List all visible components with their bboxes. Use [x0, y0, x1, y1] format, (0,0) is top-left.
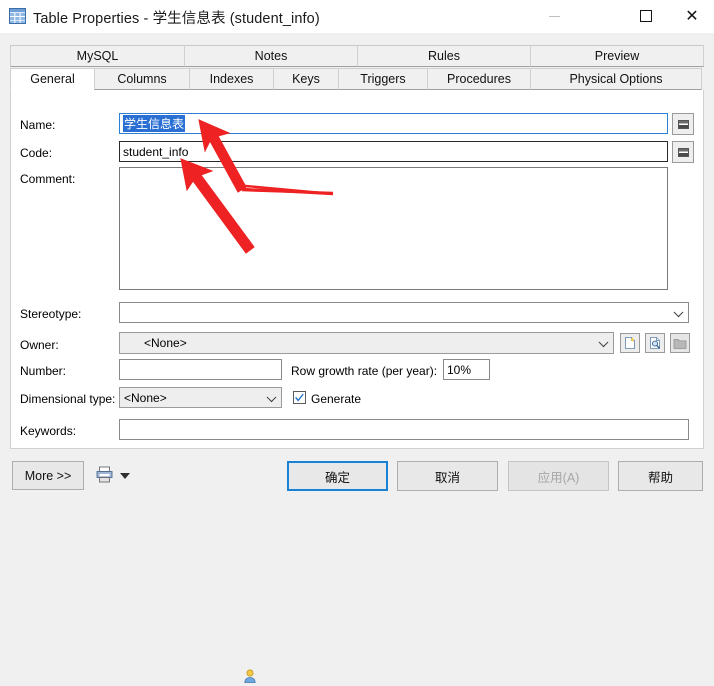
- row-growth-rate-input[interactable]: 10%: [443, 359, 490, 380]
- magnify-document-icon: [650, 337, 661, 349]
- keywords-input[interactable]: [119, 419, 689, 440]
- cancel-button[interactable]: 取消: [397, 461, 498, 491]
- comment-textarea[interactable]: [119, 167, 668, 290]
- new-owner-button[interactable]: [620, 333, 640, 353]
- tab-label: Triggers: [360, 72, 406, 86]
- ok-button[interactable]: 确定: [287, 461, 388, 491]
- keywords-label: Keywords:: [20, 424, 77, 438]
- row-growth-rate-value: 10%: [447, 362, 472, 377]
- name-input[interactable]: 学生信息表: [119, 113, 668, 134]
- help-button-label: 帮助: [647, 470, 673, 485]
- stereotype-combo[interactable]: [119, 302, 689, 323]
- dimensional-type-label: Dimensional type:: [20, 392, 116, 406]
- new-document-icon: [625, 337, 635, 349]
- ok-button-label: 确定: [324, 470, 350, 485]
- tab-triggers[interactable]: Triggers: [338, 68, 428, 90]
- printer-icon[interactable]: [96, 466, 113, 483]
- table-icon: [9, 8, 26, 24]
- tab-mysql[interactable]: MySQL: [10, 45, 185, 67]
- title-bar: Table Properties - 学生信息表 (student_info) …: [0, 0, 714, 33]
- code-input-value: student_info: [123, 144, 189, 159]
- chevron-down-icon: [673, 306, 684, 317]
- open-owner-button: [670, 333, 690, 353]
- name-label: Name:: [20, 118, 56, 132]
- tab-procedures[interactable]: Procedures: [427, 68, 531, 90]
- equals-icon: [677, 119, 689, 129]
- number-label: Number:: [20, 364, 67, 378]
- tab-notes[interactable]: Notes: [184, 45, 358, 67]
- minimize-button[interactable]: [531, 0, 577, 32]
- tab-columns[interactable]: Columns: [94, 68, 190, 90]
- tab-row-lower: General Columns Indexes Keys Triggers Pr…: [10, 68, 704, 91]
- tab-indexes[interactable]: Indexes: [189, 68, 274, 90]
- owner-label: Owner:: [20, 338, 59, 352]
- code-label: Code:: [20, 146, 53, 160]
- generate-label: Generate: [311, 392, 362, 406]
- close-icon: ✕: [685, 6, 699, 25]
- tab-general[interactable]: General: [10, 68, 95, 90]
- equals-icon: [677, 147, 689, 157]
- number-input[interactable]: [119, 359, 282, 380]
- maximize-icon: [640, 10, 652, 22]
- tab-label: Procedures: [447, 72, 511, 86]
- tab-row-upper: MySQL Notes Rules Preview: [10, 45, 704, 68]
- cancel-button-label: 取消: [434, 470, 460, 485]
- check-icon: [295, 393, 304, 402]
- tab-label: Keys: [292, 72, 320, 86]
- window-title: Table Properties - 学生信息表 (student_info): [33, 11, 320, 27]
- dimensional-type-combo[interactable]: <None>: [119, 387, 282, 408]
- code-input[interactable]: student_info: [119, 141, 668, 162]
- tab-preview[interactable]: Preview: [530, 45, 704, 67]
- tab-label: Rules: [428, 49, 460, 63]
- tab-keys[interactable]: Keys: [273, 68, 339, 90]
- tab-label: Columns: [117, 72, 167, 86]
- tab-label: Preview: [594, 49, 640, 63]
- tab-physical-options[interactable]: Physical Options: [530, 68, 702, 90]
- browse-owner-button[interactable]: [645, 333, 665, 353]
- folder-icon: [673, 338, 687, 349]
- chevron-down-icon: [598, 337, 609, 348]
- tab-label: Indexes: [209, 72, 254, 86]
- person-icon: [243, 669, 257, 683]
- apply-button-label: 应用(A): [537, 470, 580, 485]
- row-growth-rate-label: Row growth rate (per year):: [291, 364, 438, 378]
- maximize-button[interactable]: [623, 0, 669, 32]
- owner-combo[interactable]: <None>: [119, 332, 614, 683]
- minimize-icon: [548, 15, 560, 17]
- owner-value: <None>: [144, 336, 187, 350]
- name-input-value: 学生信息表: [123, 115, 186, 132]
- stereotype-label: Stereotype:: [20, 307, 82, 321]
- more-button[interactable]: More >>: [12, 461, 84, 490]
- generate-checkbox[interactable]: [293, 391, 306, 404]
- code-sync-button[interactable]: [672, 141, 694, 163]
- more-button-label: More >>: [24, 468, 72, 483]
- table-properties-dialog: Table Properties - 学生信息表 (student_info) …: [0, 0, 714, 683]
- dimensional-type-value: <None>: [124, 390, 167, 405]
- tab-label: Physical Options: [569, 72, 663, 86]
- close-button[interactable]: ✕: [669, 0, 714, 32]
- print-dropdown-caret-icon[interactable]: [120, 473, 130, 479]
- apply-button: 应用(A): [508, 461, 609, 491]
- tab-label: Notes: [254, 49, 288, 63]
- help-button[interactable]: 帮助: [618, 461, 703, 491]
- name-sync-button[interactable]: [672, 113, 694, 135]
- tab-rules[interactable]: Rules: [357, 45, 531, 67]
- tab-label: MySQL: [76, 49, 119, 63]
- comment-label: Comment:: [20, 172, 76, 186]
- tab-label: General: [30, 72, 75, 86]
- chevron-down-icon: [266, 391, 277, 402]
- tab-strip: MySQL Notes Rules Preview General Column…: [10, 45, 704, 91]
